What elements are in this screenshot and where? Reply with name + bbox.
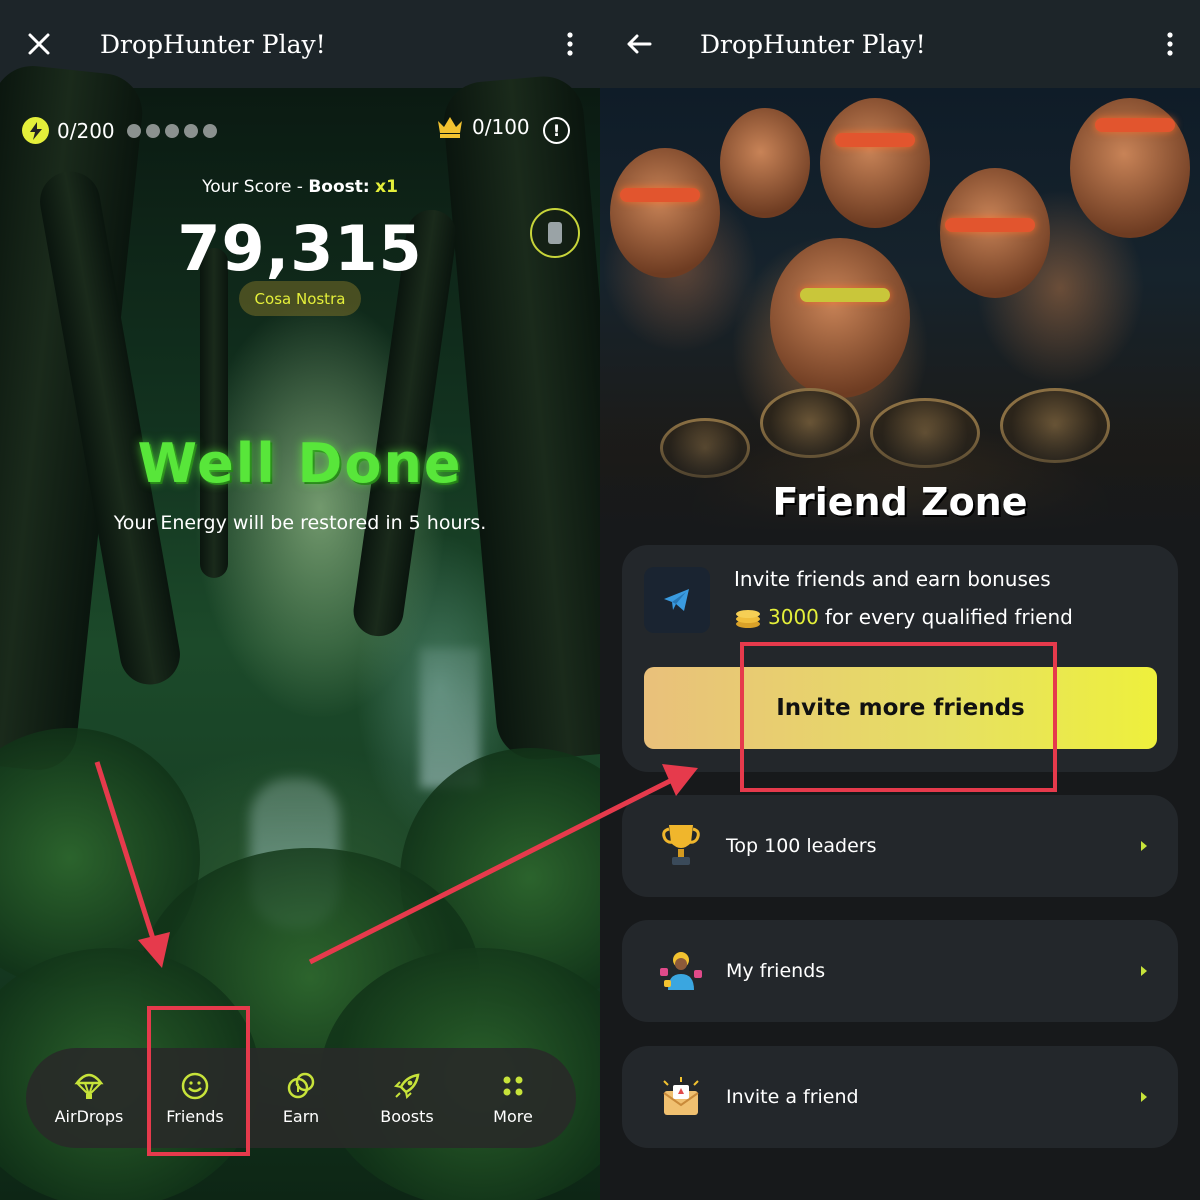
chevron-right-icon (1124, 839, 1164, 853)
rocket-icon (393, 1072, 420, 1099)
crown-value: 0/100 (472, 115, 530, 139)
energy-restore-message: Your Energy will be restored in 5 hours. (113, 512, 487, 534)
grid-dots-icon (503, 1076, 523, 1095)
score-value: 79,315 (177, 212, 423, 285)
nav-airdrops[interactable]: AirDrops (39, 1071, 139, 1126)
skin-badge-icon[interactable] (530, 208, 580, 258)
row-invite-friend[interactable]: Invite a friend (622, 1046, 1178, 1148)
app-title: DropHunter Play! (700, 29, 926, 59)
lightning-icon (22, 117, 49, 144)
score-label: Your Score - Boost: x1 (202, 177, 398, 197)
invite-button-highlight (740, 642, 1057, 792)
invite-bonus: 3000 for every qualified friend (734, 605, 1073, 629)
coins-icon (287, 1072, 315, 1098)
invite-title: Invite friends and earn bonuses (734, 567, 1051, 591)
bonus-suffix: for every qualified friend (824, 605, 1073, 629)
trophy-icon (636, 795, 726, 897)
clan-badge[interactable]: Cosa Nostra (239, 281, 361, 316)
crown-icon (438, 117, 462, 138)
friends-icon (636, 920, 726, 1022)
boost-value: x1 (375, 177, 398, 197)
nav-earn[interactable]: Earn (251, 1071, 351, 1126)
kebab-menu-icon[interactable] (540, 0, 600, 88)
friends-screen: DropHunter Play! Friend Zone Invite frie… (600, 0, 1200, 1200)
info-icon[interactable]: ! (543, 117, 570, 144)
bottom-navigation: AirDrops Friends Earn Boosts More (26, 1048, 576, 1148)
app-title: DropHunter Play! (100, 29, 326, 59)
well-done-headline: Well Done (137, 432, 463, 495)
chevron-right-icon (1124, 1090, 1164, 1104)
envelope-icon (636, 1046, 726, 1148)
chevron-right-icon (1124, 964, 1164, 978)
right-topbar: DropHunter Play! (600, 0, 1200, 88)
coin-stack-icon (736, 610, 760, 628)
energy-counter: 0/200 (22, 117, 222, 144)
kebab-menu-icon[interactable] (1140, 0, 1200, 88)
nav-boosts[interactable]: Boosts (357, 1071, 457, 1126)
row-my-friends[interactable]: My friends (622, 920, 1178, 1022)
back-arrow-icon[interactable] (600, 0, 678, 88)
game-screen: DropHunter Play! 0/200 0/100 ! Your Scor… (0, 0, 600, 1200)
friend-zone-title: Friend Zone (772, 480, 1028, 524)
bonus-amount: 3000 (768, 605, 819, 629)
crown-counter: 0/100 (436, 115, 530, 139)
parachute-icon (74, 1073, 104, 1099)
row-top-leaders[interactable]: Top 100 leaders (622, 795, 1178, 897)
energy-dots (126, 123, 222, 138)
friends-tab-highlight (147, 1006, 250, 1156)
energy-value: 0/200 (57, 118, 115, 143)
nav-more[interactable]: More (463, 1071, 563, 1126)
telegram-icon (644, 567, 710, 633)
